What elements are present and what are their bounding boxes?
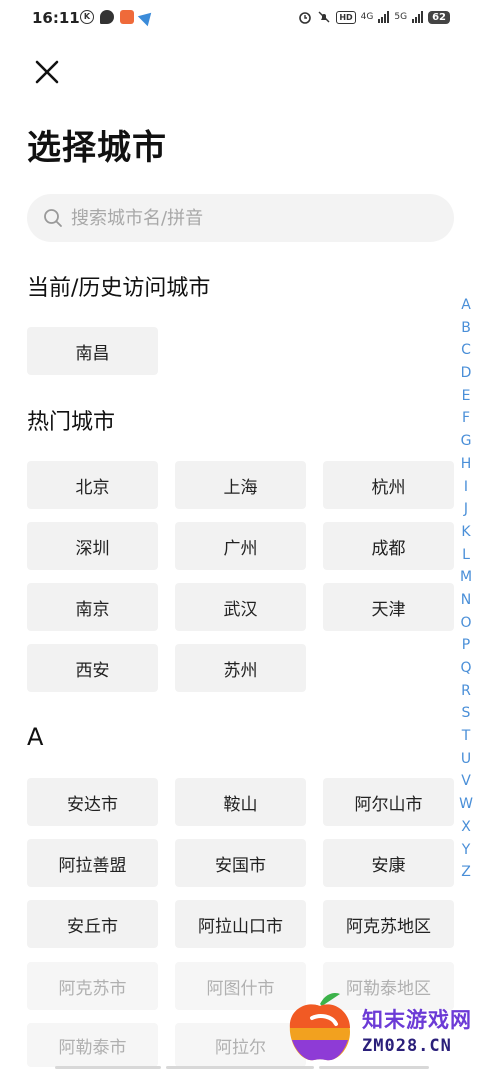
- alphabet-index-letter[interactable]: W: [457, 793, 475, 816]
- city-button-a[interactable]: 阿克苏市: [27, 962, 158, 1010]
- watermark-url: ZM028.CN: [362, 1036, 452, 1056]
- alphabet-index-letter[interactable]: O: [457, 612, 475, 635]
- letter-section-title-a: A: [27, 723, 44, 751]
- 4g-signal-icon: [378, 11, 390, 23]
- mute-icon: [318, 11, 330, 23]
- city-button-hot[interactable]: 广州: [175, 522, 306, 570]
- city-button-hot[interactable]: 天津: [323, 583, 454, 631]
- search-icon: [44, 209, 62, 227]
- city-button-hot[interactable]: 上海: [175, 461, 306, 509]
- city-button-hot[interactable]: 西安: [27, 644, 158, 692]
- alphabet-index-letter[interactable]: H: [457, 453, 475, 476]
- alphabet-index[interactable]: ABCDEFGHIJKLMNOPQRSTUVWXYZ: [457, 294, 475, 884]
- 4g-label: 4G: [360, 12, 374, 22]
- bottom-separator: [0, 1064, 480, 1070]
- alphabet-index-letter[interactable]: Z: [457, 861, 475, 884]
- city-button-a[interactable]: 鞍山: [175, 778, 306, 826]
- alphabet-index-letter[interactable]: T: [457, 725, 475, 748]
- notification-icons: K: [80, 7, 157, 27]
- alphabet-index-letter[interactable]: B: [457, 317, 475, 340]
- system-icons: HD 4G 5G 62: [298, 10, 450, 24]
- alphabet-index-letter[interactable]: G: [457, 430, 475, 453]
- city-button-hot[interactable]: 南京: [27, 583, 158, 631]
- city-button-a[interactable]: 阿尔山市: [323, 778, 454, 826]
- alphabet-index-letter[interactable]: C: [457, 339, 475, 362]
- status-bar: 16:11 K HD 4G 5G 62: [0, 0, 480, 38]
- hot-section-title: 热门城市: [27, 410, 116, 435]
- city-button-hot[interactable]: 北京: [27, 461, 158, 509]
- city-button-a[interactable]: 安康: [323, 839, 454, 887]
- city-button-hot[interactable]: 深圳: [27, 522, 158, 570]
- alphabet-index-letter[interactable]: R: [457, 680, 475, 703]
- city-button-hot[interactable]: 苏州: [175, 644, 306, 692]
- alphabet-index-letter[interactable]: J: [457, 498, 475, 521]
- 5g-label: 5G: [394, 12, 408, 22]
- alphabet-index-letter[interactable]: P: [457, 634, 475, 657]
- watermark-text: 知末游戏网: [362, 1008, 472, 1032]
- 5g-signal-icon: [412, 11, 424, 23]
- city-button-a[interactable]: 阿克苏地区: [323, 900, 454, 948]
- alphabet-index-letter[interactable]: S: [457, 702, 475, 725]
- city-button-a[interactable]: 安达市: [27, 778, 158, 826]
- alphabet-index-letter[interactable]: N: [457, 589, 475, 612]
- city-button-hot[interactable]: 杭州: [323, 461, 454, 509]
- alphabet-index-letter[interactable]: U: [457, 748, 475, 771]
- alphabet-index-letter[interactable]: X: [457, 816, 475, 839]
- alphabet-index-letter[interactable]: F: [457, 407, 475, 430]
- alphabet-index-letter[interactable]: Y: [457, 839, 475, 862]
- alphabet-index-letter[interactable]: E: [457, 385, 475, 408]
- search-input[interactable]: [71, 194, 441, 242]
- battery-indicator: 62: [428, 10, 450, 24]
- message-icon: [100, 10, 114, 24]
- close-icon: [35, 60, 59, 84]
- city-button-a[interactable]: 安国市: [175, 839, 306, 887]
- k-badge-icon: K: [80, 10, 94, 24]
- page-title: 选择城市: [27, 128, 167, 168]
- alphabet-index-letter[interactable]: Q: [457, 657, 475, 680]
- alphabet-index-letter[interactable]: D: [457, 362, 475, 385]
- alphabet-index-letter[interactable]: K: [457, 521, 475, 544]
- status-time: 16:11: [32, 9, 80, 27]
- alphabet-index-letter[interactable]: A: [457, 294, 475, 317]
- alphabet-index-letter[interactable]: M: [457, 566, 475, 589]
- city-button-a[interactable]: 阿拉善盟: [27, 839, 158, 887]
- search-bar[interactable]: [27, 194, 454, 242]
- alarm-icon: [299, 12, 312, 24]
- watermark-logo: 知末游戏网 ZM028.CN: [278, 982, 478, 1068]
- app-icon: [120, 10, 134, 24]
- alphabet-index-letter[interactable]: I: [457, 476, 475, 499]
- city-button-a[interactable]: 阿拉山口市: [175, 900, 306, 948]
- city-button-a[interactable]: 安丘市: [27, 900, 158, 948]
- alphabet-index-letter[interactable]: L: [457, 544, 475, 567]
- alphabet-index-letter[interactable]: V: [457, 770, 475, 793]
- history-section-title: 当前/历史访问城市: [27, 276, 211, 301]
- telegram-icon: [137, 7, 157, 27]
- city-button-hot[interactable]: 武汉: [175, 583, 306, 631]
- apple-logo-icon: [289, 993, 350, 1061]
- city-button-hot[interactable]: 成都: [323, 522, 454, 570]
- city-button-history[interactable]: 南昌: [27, 327, 158, 375]
- close-button[interactable]: [30, 55, 64, 89]
- hd-icon: HD: [336, 10, 356, 24]
- city-button-a[interactable]: 阿勒泰市: [27, 1023, 158, 1067]
